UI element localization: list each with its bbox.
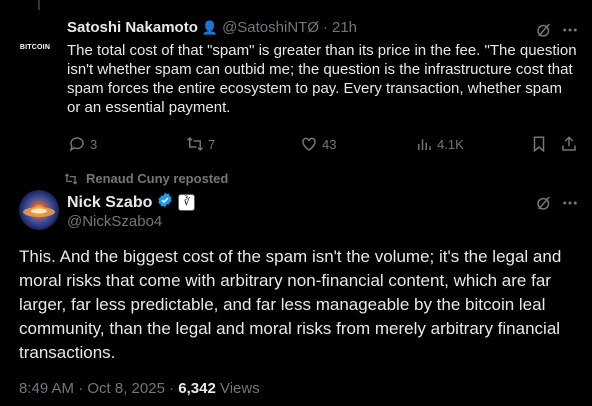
author-handle[interactable]: @NickSzabo4 xyxy=(67,213,162,230)
post-time[interactable]: 21h xyxy=(332,19,357,36)
thread-line xyxy=(38,0,40,10)
more-icon[interactable] xyxy=(560,193,580,213)
repost-notice-text: Renaud Cuny reposted xyxy=(86,171,229,186)
grok-icon[interactable] xyxy=(534,20,554,40)
repost-notice[interactable]: Renaud Cuny reposted xyxy=(64,171,228,186)
separator: · xyxy=(322,19,328,36)
share-icon[interactable] xyxy=(560,135,578,153)
author-handle[interactable]: @SatoshiNTØ xyxy=(222,19,319,36)
author-name[interactable]: Satoshi Nakamoto xyxy=(67,19,198,36)
views-count: 4.1K xyxy=(437,136,464,152)
grok-icon[interactable] xyxy=(534,193,554,213)
avatar-satoshi[interactable]: BITCOIN xyxy=(8,20,62,74)
views-count: 6,342 xyxy=(178,380,216,397)
reply-icon xyxy=(69,137,84,152)
like-count: 43 xyxy=(322,136,337,152)
views-icon xyxy=(418,139,431,150)
tweet1-header: Satoshi Nakamoto 👤 @SatoshiNTØ · 21h xyxy=(67,19,357,36)
verified-icon xyxy=(157,192,173,213)
post-timestamp[interactable]: 8:49 AM · Oct 8, 2025 · xyxy=(19,380,178,397)
author-name[interactable]: Nick Szabo xyxy=(67,194,152,212)
views-label: Views xyxy=(215,380,260,397)
like-icon xyxy=(302,137,316,151)
repost-icon xyxy=(186,136,204,152)
tweet-text: This. And the biggest cost of the spam i… xyxy=(19,247,562,362)
tweet-footer: 8:49 AM · Oct 8, 2025 · 6,342 Views xyxy=(19,380,260,397)
avatar-text: BITCOIN xyxy=(19,43,51,51)
name-emoji: 👤 xyxy=(201,19,219,35)
affiliate-badge[interactable]: ∛ xyxy=(178,194,196,211)
avatar-nick-szabo[interactable] xyxy=(19,190,59,230)
repost-count: 7 xyxy=(208,136,216,152)
reply-count: 3 xyxy=(90,136,98,152)
tweet2-header: Nick Szabo ∛ xyxy=(67,192,196,213)
tweet-text: The total cost of that "spam" is greater… xyxy=(67,42,577,116)
reply-button[interactable]: 3 xyxy=(68,135,97,153)
repost-button[interactable]: 7 xyxy=(186,135,215,153)
more-icon[interactable] xyxy=(560,20,580,40)
views-button[interactable]: 4.1K xyxy=(415,135,464,153)
like-button[interactable]: 43 xyxy=(300,135,336,153)
bookmark-icon[interactable] xyxy=(530,135,548,153)
repost-icon xyxy=(64,172,78,185)
